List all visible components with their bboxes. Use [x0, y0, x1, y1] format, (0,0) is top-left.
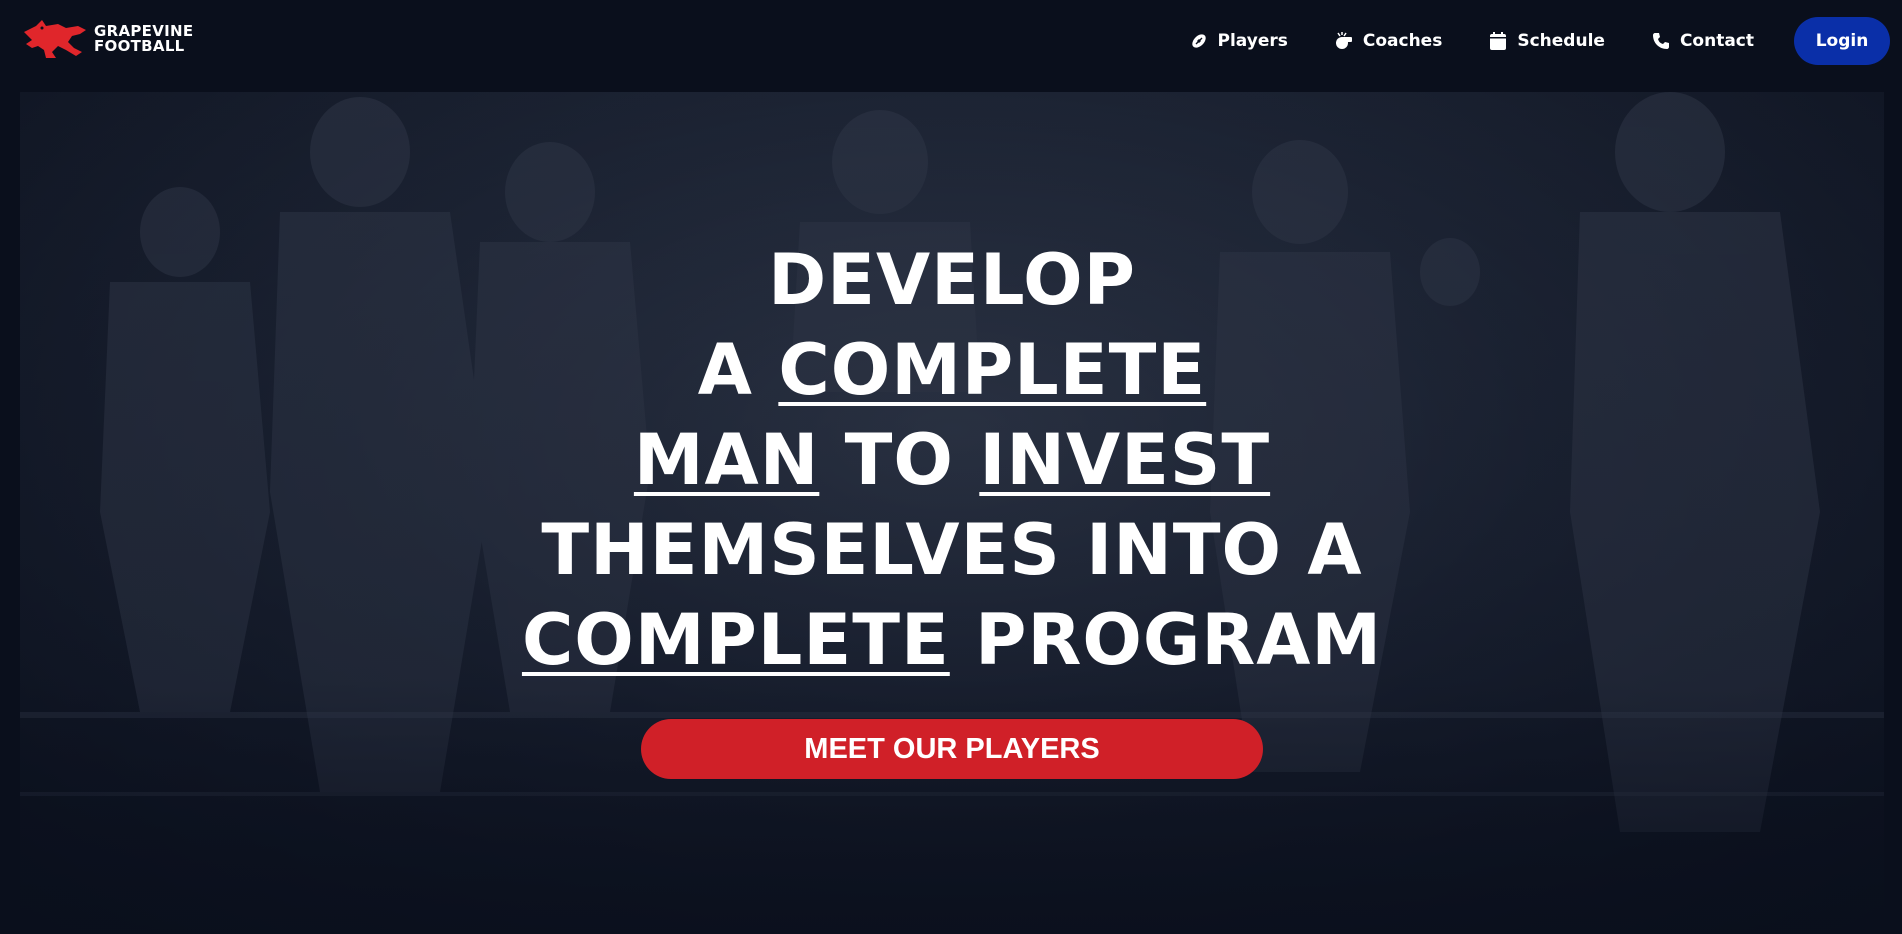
phone-icon: [1652, 33, 1669, 49]
whistle-icon: [1335, 32, 1352, 49]
nav-label-coaches: Coaches: [1362, 31, 1443, 51]
nav-item-coaches[interactable]: Coaches: [1334, 31, 1442, 51]
headline-line-3: MAN TO INVEST: [20, 415, 1884, 505]
calendar-icon: [1490, 32, 1507, 50]
brand-name: GRAPEVINE FOOTBALL: [94, 24, 193, 54]
football-icon: [1191, 34, 1206, 48]
headline-line-4: THEMSELVES INTO A: [20, 505, 1884, 595]
main-nav: Players Coaches Schedule Contact Login: [1143, 17, 1902, 65]
headline-text: DEVELOP: [768, 239, 1136, 321]
nav-item-players[interactable]: Players: [1189, 31, 1288, 51]
site-header: GRAPEVINE FOOTBALL Players Coaches Sched…: [0, 0, 1902, 92]
nav-label-schedule: Schedule: [1517, 31, 1605, 51]
site-logo[interactable]: GRAPEVINE FOOTBALL: [22, 18, 202, 60]
headline-line-2: A COMPLETE: [20, 325, 1884, 415]
headline-text: TO: [819, 419, 980, 501]
login-button[interactable]: Login: [1794, 17, 1890, 65]
nav-item-contact[interactable]: Contact: [1651, 31, 1754, 51]
headline-underlined-word: INVEST: [979, 419, 1271, 501]
headline-line-5: COMPLETE PROGRAM: [20, 595, 1884, 685]
hero-section: DEVELOP A COMPLETE MAN TO INVEST THEMSEL…: [20, 92, 1884, 934]
hero-headline: DEVELOP A COMPLETE MAN TO INVEST THEMSEL…: [20, 235, 1884, 685]
nav-item-schedule[interactable]: Schedule: [1488, 31, 1605, 51]
nav-label-contact: Contact: [1679, 31, 1754, 51]
mustang-logo-icon: [24, 20, 86, 58]
headline-line-1: DEVELOP: [20, 235, 1884, 325]
headline-text: THEMSELVES INTO A: [541, 509, 1363, 591]
meet-our-players-button[interactable]: MEET OUR PLAYERS: [641, 719, 1263, 779]
headline-underlined-word: COMPLETE: [778, 329, 1207, 411]
headline-text: PROGRAM: [949, 599, 1383, 681]
headline-text: A: [697, 329, 779, 411]
headline-underlined-word: MAN: [633, 419, 820, 501]
brand-line-2: FOOTBALL: [94, 37, 185, 55]
headline-underlined-word: COMPLETE: [521, 599, 950, 681]
nav-label-players: Players: [1217, 31, 1288, 51]
